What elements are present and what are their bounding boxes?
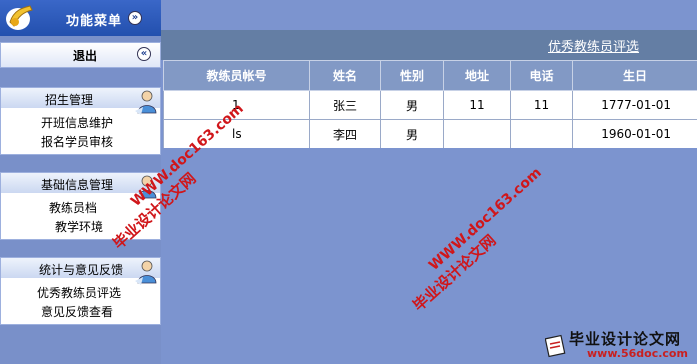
- column-header-birthday: 生日: [572, 60, 697, 91]
- corner-watermark: 毕业设计论文网 www.56doc.com: [545, 328, 697, 364]
- cell-birthday: 1960-01-01: [572, 119, 697, 149]
- cell-phone: [510, 119, 573, 149]
- cell-name: 李四: [309, 119, 381, 149]
- menu-item-teaching-environment[interactable]: 教学环境: [55, 218, 103, 235]
- cell-name: 张三: [309, 90, 381, 120]
- cell-phone: 11: [510, 90, 573, 120]
- menu-logo-icon: [6, 5, 33, 30]
- cell-address: [443, 119, 511, 149]
- corner-watermark-url: www.56doc.com: [587, 347, 688, 360]
- menu-group-label: 招生管理: [45, 93, 94, 107]
- top-bar: [161, 0, 697, 30]
- menu-item-review-students[interactable]: 报名学员审核: [41, 133, 113, 150]
- menu-title: 功能菜单: [66, 14, 123, 29]
- logout-label: 退出: [73, 49, 98, 63]
- menu-group-label: 基础信息管理: [41, 178, 114, 192]
- person-icon: [135, 260, 157, 285]
- cell-gender: 男: [380, 119, 444, 149]
- column-header-address: 地址: [443, 60, 511, 91]
- sidebar: 功能菜单 » 退出 « 招生管理 开班信息维护 报名学员审核 基础信息管理 教练…: [0, 0, 161, 364]
- person-icon: [135, 90, 157, 115]
- coach-table: 教练员帐号 姓名 性别 地址 电话 生日 1 张三 男 11 11 1777-0…: [163, 60, 697, 149]
- menu-item-coach-records[interactable]: 教练员档: [49, 199, 97, 216]
- page-title-link[interactable]: 优秀教练员评选: [548, 36, 639, 55]
- menu-header: 功能菜单 »: [0, 0, 161, 36]
- menu-group-label: 统计与意见反馈: [39, 263, 124, 277]
- column-header-account: 教练员帐号: [163, 60, 310, 91]
- corner-logo-icon: [545, 334, 566, 358]
- menu-group-statistics: 统计与意见反馈 优秀教练员评选 意见反馈查看: [0, 257, 161, 325]
- menu-item-feedback[interactable]: 意见反馈查看: [41, 303, 113, 320]
- column-header-gender: 性别: [380, 60, 444, 91]
- logout-toggle-icon[interactable]: «: [137, 47, 151, 61]
- column-header-name: 姓名: [309, 60, 381, 91]
- coach-table-container: 教练员帐号 姓名 性别 地址 电话 生日 1 张三 男 11 11 1777-0…: [163, 60, 697, 149]
- menu-item-excellent-coach[interactable]: 优秀教练员评选: [37, 284, 121, 301]
- table-header-row: 教练员帐号 姓名 性别 地址 电话 生日: [163, 60, 697, 91]
- table-row[interactable]: ls 李四 男 1960-01-01: [163, 119, 697, 149]
- cell-birthday: 1777-01-01: [572, 90, 697, 120]
- menu-item-class-info[interactable]: 开班信息维护: [41, 114, 113, 131]
- cell-gender: 男: [380, 90, 444, 120]
- collapse-menu-button[interactable]: »: [128, 11, 142, 25]
- corner-watermark-name: 毕业设计论文网: [569, 330, 682, 348]
- menu-group-enrollment: 招生管理 开班信息维护 报名学员审核: [0, 87, 161, 155]
- page-title-bar: 优秀教练员评选: [161, 30, 697, 60]
- cell-account: ls: [163, 119, 310, 149]
- cell-address: 11: [443, 90, 511, 120]
- column-header-phone: 电话: [510, 60, 573, 91]
- logout-button[interactable]: 退出 «: [0, 42, 161, 68]
